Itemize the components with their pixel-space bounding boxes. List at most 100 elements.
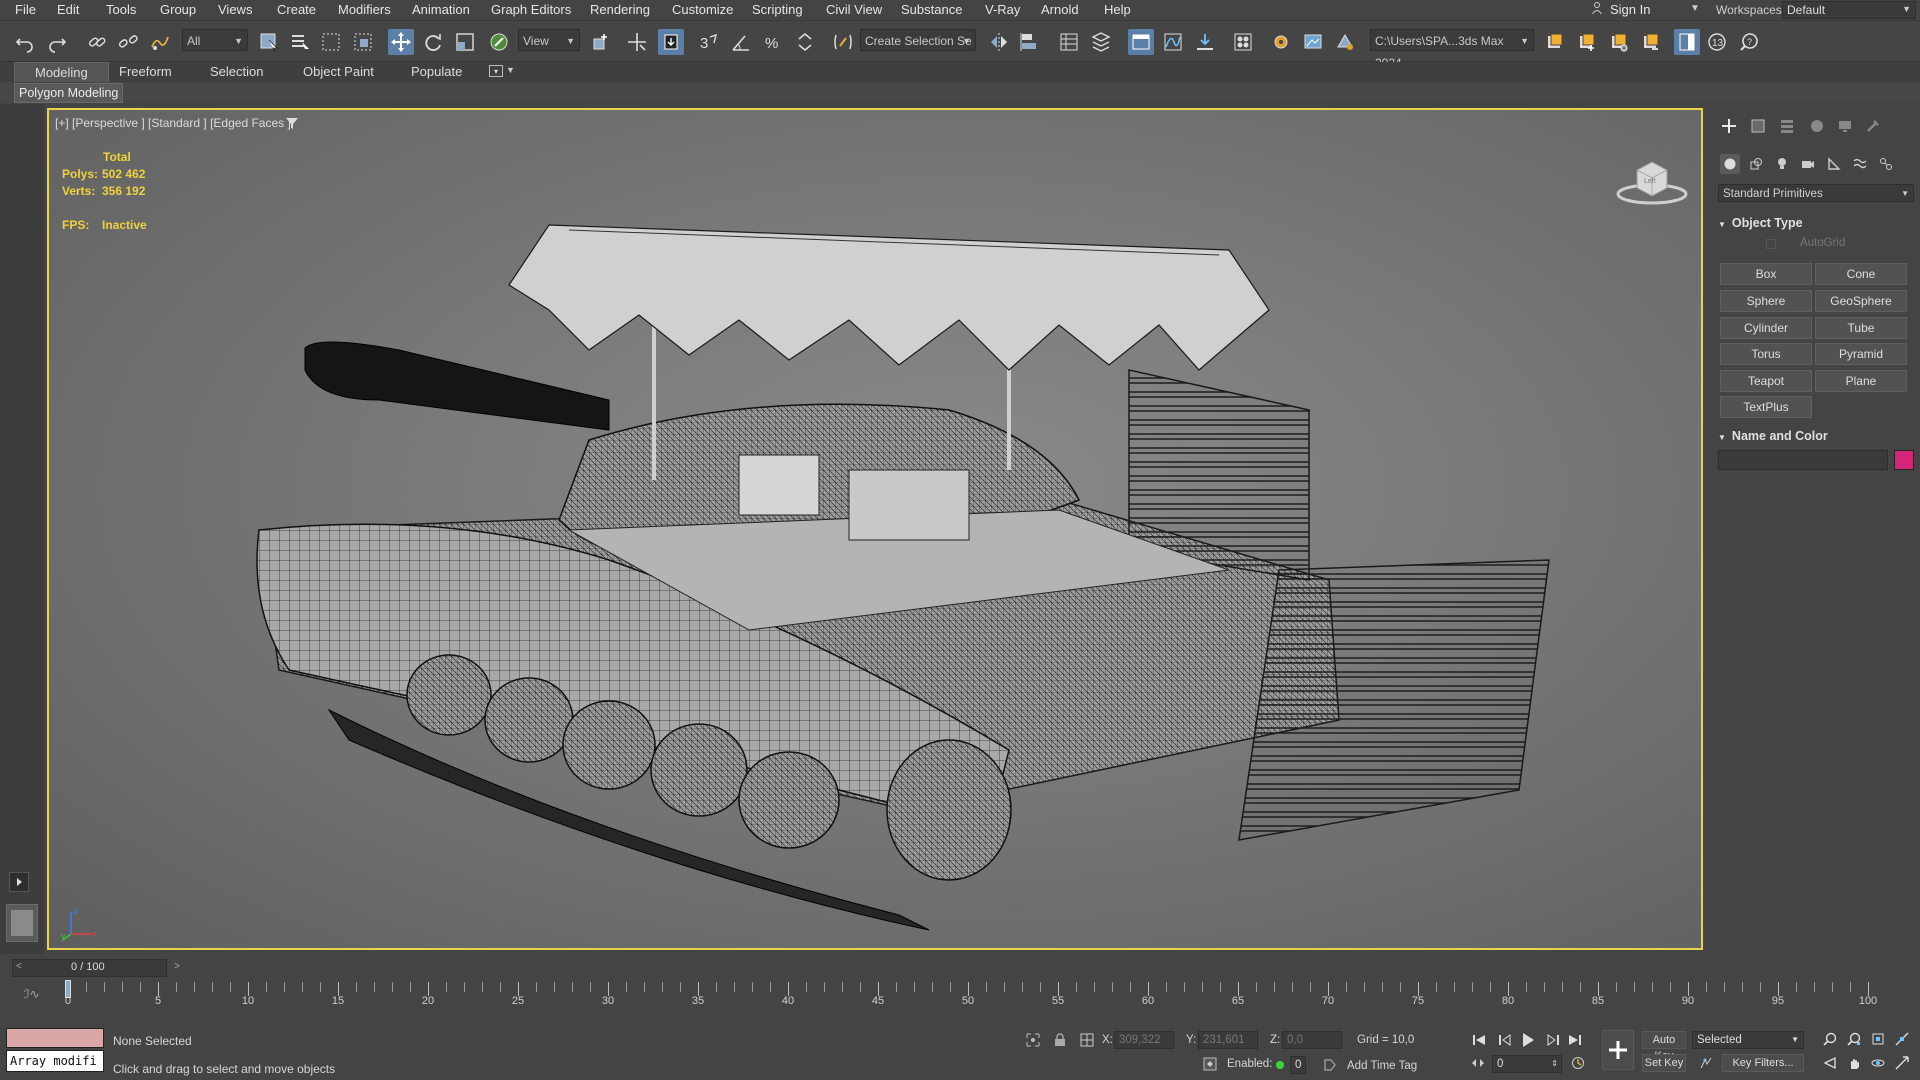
command-panel-toggle-icon[interactable]	[1674, 29, 1700, 55]
render-setup-icon[interactable]	[1268, 29, 1294, 55]
go-to-end-icon[interactable]	[1566, 1031, 1584, 1049]
keyboard-shortcut-override-icon[interactable]	[658, 29, 684, 55]
space-warps-category-icon[interactable]	[1850, 154, 1870, 174]
cameras-category-icon[interactable]	[1798, 154, 1818, 174]
menu-graph-editors[interactable]: Graph Editors	[491, 2, 571, 17]
snaps-toggle-icon[interactable]: 3	[696, 29, 722, 55]
cylinder-button[interactable]: Cylinder	[1720, 317, 1812, 339]
name-and-color-rollout-header[interactable]: ▼ Name and Color	[1718, 429, 1914, 447]
set-keys-icon[interactable]	[1602, 1030, 1634, 1070]
toggle-scene-explorer-icon[interactable]	[1056, 29, 1082, 55]
maxscript-input[interactable]: Array modifi	[6, 1050, 104, 1072]
chevron-down-icon[interactable]: ▼	[506, 65, 515, 75]
plane-button[interactable]: Plane	[1815, 370, 1907, 392]
pyramid-button[interactable]: Pyramid	[1815, 343, 1907, 365]
menu-civil-view[interactable]: Civil View	[826, 2, 882, 17]
menu-modifiers[interactable]: Modifiers	[338, 2, 391, 17]
menu-help[interactable]: Help	[1104, 2, 1131, 17]
ribbon-options-icon[interactable]: ▾	[489, 65, 503, 77]
textplus-button[interactable]: TextPlus	[1720, 396, 1812, 418]
maximize-viewport-icon[interactable]	[1894, 1055, 1910, 1071]
maxscript-listener-mini[interactable]	[6, 1028, 104, 1048]
zoom-extents-icon[interactable]	[1870, 1031, 1886, 1047]
time-slider[interactable]: < 0 / 100 >	[12, 959, 180, 977]
systems-category-icon[interactable]	[1876, 154, 1896, 174]
utilities-tab-icon[interactable]	[1862, 116, 1884, 136]
shapes-category-icon[interactable]	[1746, 154, 1766, 174]
menu-arnold[interactable]: Arnold	[1041, 2, 1079, 17]
toggle-ribbon-icon[interactable]	[1128, 29, 1154, 55]
lights-category-icon[interactable]	[1772, 154, 1792, 174]
menu-tools[interactable]: Tools	[106, 2, 136, 17]
key-mode-toggle-icon[interactable]	[1470, 1055, 1486, 1071]
time-slider-indicator[interactable]	[65, 980, 71, 998]
sphere-button[interactable]: Sphere	[1720, 290, 1812, 312]
menu-views[interactable]: Views	[218, 2, 252, 17]
viewport-layout-thumbnail[interactable]	[6, 904, 38, 942]
select-and-scale-icon[interactable]	[452, 29, 478, 55]
select-and-place-icon[interactable]	[486, 29, 512, 55]
motion-tab-icon[interactable]	[1806, 116, 1828, 136]
tab-selection[interactable]: Selection	[210, 64, 263, 79]
schematic-view-icon[interactable]	[1192, 29, 1218, 55]
zoom-extents-all-icon[interactable]	[1894, 1031, 1910, 1047]
selection-lock-icon[interactable]	[1052, 1031, 1068, 1049]
torus-button[interactable]: Torus	[1720, 343, 1812, 365]
perspective-viewport[interactable]: [+] [Perspective ] [Standard ] [Edged Fa…	[47, 108, 1703, 950]
render-production-icon[interactable]	[1332, 29, 1358, 55]
absolute-mode-transform-icon[interactable]	[1078, 1031, 1096, 1049]
y-coord-field[interactable]: 231,601	[1198, 1031, 1258, 1049]
autogrid-checkbox[interactable]	[1766, 239, 1776, 249]
rendered-frame-window-icon[interactable]	[1300, 29, 1326, 55]
current-frame-field[interactable]: 0 ⇕	[1492, 1055, 1562, 1073]
link-icon[interactable]	[84, 29, 110, 55]
geosphere-button[interactable]: GeoSphere	[1815, 290, 1907, 312]
time-configuration-icon[interactable]	[1570, 1055, 1586, 1071]
zoom-icon[interactable]	[1822, 1031, 1838, 1047]
reference-coordinate-dropdown[interactable]: View ▼	[518, 29, 580, 51]
menu-substance[interactable]: Substance	[901, 2, 962, 17]
key-filters-button[interactable]: Key Filters...	[1722, 1054, 1804, 1072]
play-icon[interactable]	[1518, 1030, 1538, 1050]
polygon-modeling-panel-button[interactable]: Polygon Modeling	[14, 83, 124, 103]
mirror-icon[interactable]	[986, 29, 1012, 55]
helpers-category-icon[interactable]	[1824, 154, 1844, 174]
named-selection-sets-dropdown[interactable]: Create Selection Se ▼	[860, 29, 976, 51]
cone-button[interactable]: Cone	[1815, 263, 1907, 285]
rectangular-selection-icon[interactable]	[318, 29, 344, 55]
spinner-snap-icon[interactable]	[792, 29, 818, 55]
curve-editor-icon[interactable]	[1160, 29, 1186, 55]
project-folder-dropdown[interactable]: C:\Users\SPA...3ds Max 2024▼	[1370, 29, 1534, 70]
object-name-field[interactable]	[1718, 450, 1888, 470]
chevron-right-icon[interactable]: >	[174, 961, 180, 972]
select-by-name-icon[interactable]	[287, 29, 313, 55]
window-crossing-icon[interactable]	[350, 29, 376, 55]
track-bar[interactable]: 0 5 10 15 20 25 30 35 40 45 50 55 60 65 70 75 80 85 90 95 10…	[62, 980, 1892, 1010]
x-coord-field[interactable]: 309,322	[1114, 1031, 1174, 1049]
select-object-icon[interactable]	[256, 29, 282, 55]
adaptive-degradation-icon[interactable]	[1202, 1056, 1218, 1072]
pan-view-icon[interactable]	[1846, 1055, 1862, 1071]
percent-snap-icon[interactable]: %	[760, 29, 786, 55]
select-and-rotate-icon[interactable]	[420, 29, 446, 55]
project-settings-icon[interactable]	[1606, 29, 1632, 55]
tube-button[interactable]: Tube	[1815, 317, 1907, 339]
object-category-dropdown[interactable]: Standard Primitives ▼	[1718, 184, 1914, 202]
open-project-icon[interactable]	[1542, 29, 1568, 55]
project-output-icon[interactable]	[1638, 29, 1664, 55]
help-search-icon[interactable]: ?	[1736, 29, 1762, 55]
add-time-tag-button[interactable]: Add Time Tag	[1347, 1060, 1417, 1072]
undo-icon[interactable]	[12, 29, 38, 55]
spinner-icon[interactable]: ⇕	[1551, 1056, 1558, 1072]
material-editor-icon[interactable]	[1230, 29, 1256, 55]
menu-file[interactable]: File	[15, 2, 36, 17]
menu-animation[interactable]: Animation	[412, 2, 470, 17]
expand-layouts-icon[interactable]	[9, 872, 29, 892]
hierarchy-tab-icon[interactable]	[1776, 116, 1798, 136]
edit-named-selection-icon[interactable]	[830, 29, 856, 55]
select-and-move-icon[interactable]	[388, 29, 414, 55]
tab-modeling[interactable]: Modeling	[14, 62, 109, 83]
unlink-icon[interactable]	[115, 29, 141, 55]
menu-scripting[interactable]: Scripting	[752, 2, 803, 17]
menu-group[interactable]: Group	[160, 2, 196, 17]
